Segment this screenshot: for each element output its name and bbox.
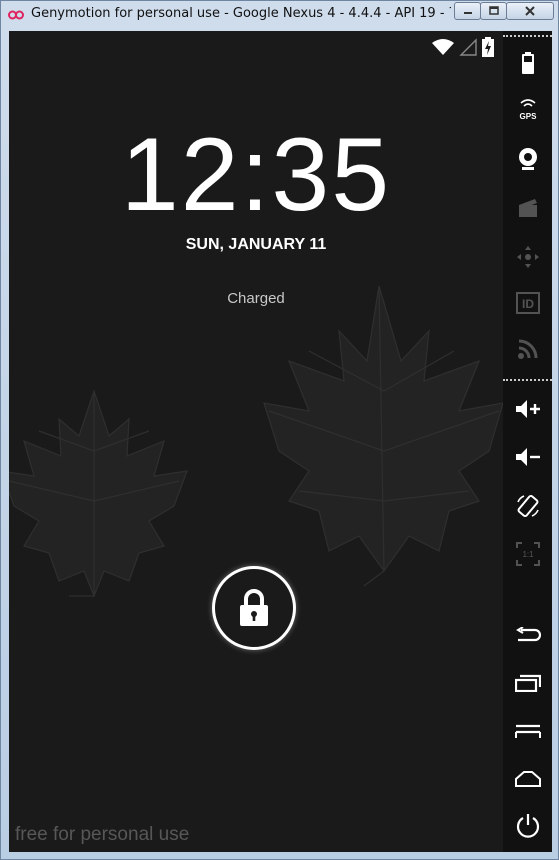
- device-screen[interactable]: 12:35 SUN, JANUARY 11 Charged free for p…: [9, 31, 503, 852]
- signal-icon: [459, 38, 477, 56]
- volume-up-button[interactable]: [503, 389, 552, 429]
- battery-charging-icon: [482, 37, 494, 57]
- svg-text:1:1: 1:1: [522, 550, 534, 559]
- rotate-icon: [516, 494, 539, 518]
- svg-text:GPS: GPS: [519, 112, 537, 121]
- gps-tool-button[interactable]: GPS: [503, 90, 552, 130]
- maximize-button[interactable]: [480, 2, 507, 20]
- svg-text:ID: ID: [522, 297, 534, 311]
- gps-icon: GPS: [519, 99, 537, 121]
- capture-tool-button[interactable]: [503, 188, 552, 228]
- webcam-icon: [518, 148, 537, 170]
- close-icon: [525, 6, 535, 16]
- battery-status-text: Charged: [227, 290, 285, 307]
- home-button[interactable]: [503, 759, 552, 799]
- home-icon: [514, 771, 541, 787]
- lockscreen-date: SUN, JANUARY 11: [185, 236, 327, 253]
- clapper-icon: [518, 199, 537, 217]
- pixel-perfect-icon: 1:1: [515, 542, 540, 566]
- window-title: Genymotion for personal use - Google Nex…: [31, 6, 451, 21]
- power-button[interactable]: [503, 806, 552, 846]
- remote-control-tool-button[interactable]: [503, 237, 552, 277]
- rotate-button[interactable]: [503, 486, 552, 526]
- battery-tool-button[interactable]: [503, 43, 552, 83]
- minimize-icon: [463, 12, 472, 14]
- volume-down-button[interactable]: [503, 437, 552, 477]
- recent-apps-button[interactable]: [503, 663, 552, 703]
- unlock-button[interactable]: [212, 566, 296, 650]
- battery-icon: [521, 52, 534, 74]
- power-icon: [516, 814, 539, 838]
- window-controls: [454, 2, 554, 21]
- pixel-perfect-button[interactable]: 1:1: [503, 534, 552, 574]
- back-button[interactable]: [503, 615, 552, 655]
- menu-button[interactable]: [503, 712, 552, 752]
- recent-apps-icon: [514, 674, 541, 692]
- watermark-text: free for personal use: [15, 824, 190, 845]
- title-bar[interactable]: Genymotion for personal use - Google Nex…: [1, 1, 558, 29]
- sidebar-divider-top: [503, 35, 552, 37]
- minimize-button[interactable]: [454, 2, 481, 20]
- genymotion-logo-icon: [8, 10, 24, 20]
- menu-icon: [514, 724, 541, 738]
- maximize-icon: [488, 6, 499, 15]
- volume-up-icon: [515, 400, 540, 418]
- back-icon: [515, 627, 541, 642]
- genymotion-sidebar: GPS ID 1:1: [503, 31, 552, 852]
- identifiers-tool-button[interactable]: ID: [503, 283, 552, 323]
- rss-icon: [517, 339, 537, 359]
- lockscreen-clock: 12:35: [120, 117, 392, 233]
- webcam-tool-button[interactable]: [503, 139, 552, 179]
- status-bar: [431, 37, 495, 57]
- wifi-icon: [432, 39, 454, 55]
- emulator-window: Genymotion for personal use - Google Nex…: [0, 0, 559, 860]
- volume-down-icon: [515, 448, 540, 466]
- close-button[interactable]: [506, 2, 554, 20]
- network-tool-button[interactable]: [503, 329, 552, 369]
- id-icon: ID: [515, 292, 540, 314]
- lock-icon: [240, 589, 268, 626]
- sidebar-divider-middle: [503, 379, 552, 381]
- dpad-icon: [516, 246, 539, 268]
